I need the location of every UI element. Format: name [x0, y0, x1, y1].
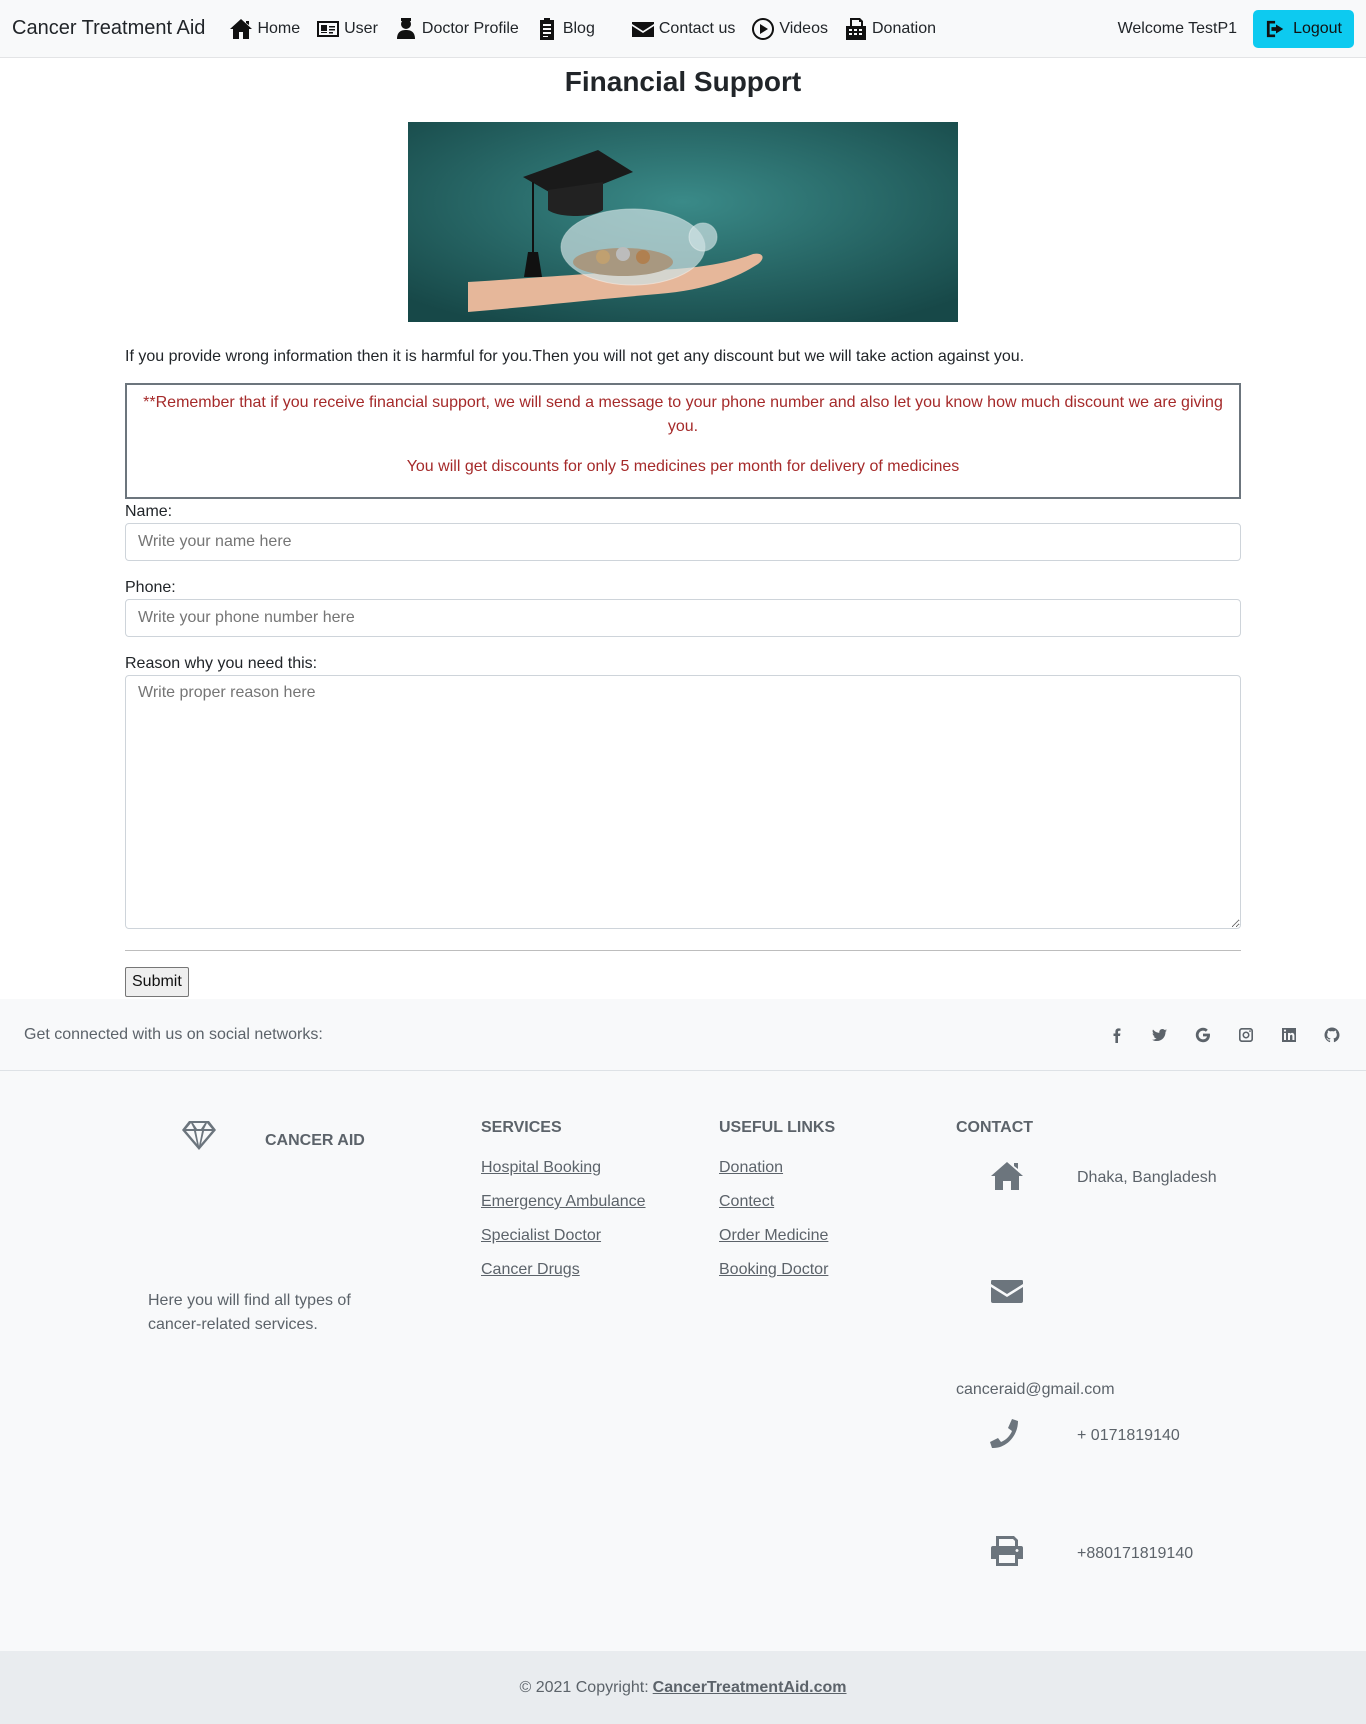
contact-heading: CONTACT [956, 1119, 1034, 1136]
footer-services-column: SERVICES Hospital Booking Emergency Ambu… [481, 1119, 646, 1295]
nav-doctor-profile-label: Doctor Profile [421, 19, 519, 37]
services-heading: SERVICES [481, 1119, 562, 1136]
nav-home[interactable]: Home [229, 18, 300, 40]
phone-input[interactable] [125, 599, 1241, 637]
clipboard-icon [539, 17, 554, 40]
copyright-bar: © 2021 Copyright: CancerTreatmentAid.com [0, 1651, 1366, 1724]
doctor-icon [396, 17, 415, 39]
reason-label: Reason why you need this: [125, 655, 318, 672]
contact-address: Dhaka, Bangladesh [1077, 1169, 1217, 1186]
useful-link-order-medicine[interactable]: Order Medicine [719, 1227, 835, 1245]
footer: Get connected with us on social networks… [0, 999, 1366, 1724]
facebook-icon[interactable] [1107, 1025, 1127, 1045]
nav-donation-label: Donation [871, 19, 937, 37]
linkedin-icon[interactable] [1279, 1025, 1299, 1045]
envelope-icon [631, 21, 654, 37]
notice-line-1: **Remember that if you receive financial… [143, 394, 1223, 435]
fax-icon [845, 17, 866, 40]
social-text: Get connected with us on social networks… [24, 1025, 323, 1043]
nav-user-label: User [344, 19, 378, 37]
nav-user[interactable]: User [316, 18, 378, 40]
copyright-link[interactable]: CancerTreatmentAid.com [653, 1679, 847, 1697]
footer-contact-column: CONTACT Dhaka, Bangladesh canceraid@gmai… [956, 1119, 1256, 1599]
main-content: Financial Support If you provide wrong i… [125, 62, 1241, 997]
notice-box: **Remember that if you receive financial… [125, 383, 1241, 499]
footer-brand-column: CANCER AID Here you will find all types … [148, 1119, 368, 1333]
contact-email-row [990, 1275, 1024, 1307]
phone-label: Phone: [125, 579, 176, 596]
id-card-icon [317, 20, 340, 37]
nav-videos[interactable]: Videos [751, 17, 828, 40]
graduation-cap-piggy-bank-image [408, 122, 958, 322]
social-bar: Get connected with us on social networks… [0, 999, 1366, 1071]
service-link-cancer-drugs[interactable]: Cancer Drugs [481, 1261, 646, 1279]
nav-links: Home User Doctor Profile Blog Contact us… [229, 17, 952, 40]
nav-home-label: Home [257, 19, 301, 37]
phone-icon [990, 1419, 1018, 1449]
footer-brand-name: CANCER AID [265, 1132, 365, 1149]
useful-link-contect[interactable]: Contect [719, 1193, 835, 1211]
github-icon[interactable] [1322, 1025, 1342, 1045]
brand-link[interactable]: Cancer Treatment Aid [12, 17, 205, 40]
nav-blog-label: Blog [562, 19, 595, 37]
nav-donation[interactable]: Donation [844, 17, 937, 40]
home-icon [230, 18, 253, 39]
service-link-hospital-booking[interactable]: Hospital Booking [481, 1159, 646, 1177]
hero-image [408, 122, 958, 322]
useful-links-heading: USEFUL LINKS [719, 1119, 836, 1136]
nav-videos-label: Videos [779, 19, 828, 37]
form-divider [125, 950, 1241, 951]
useful-link-booking-doctor[interactable]: Booking Doctor [719, 1261, 835, 1279]
contact-fax-row: +880171819140 [990, 1535, 1193, 1567]
home-icon [991, 1162, 1023, 1190]
logout-label: Logout [1293, 20, 1342, 37]
print-icon [991, 1536, 1023, 1566]
envelope-icon [991, 1280, 1023, 1303]
warning-text: If you provide wrong information then it… [125, 348, 1025, 365]
twitter-icon[interactable] [1150, 1025, 1170, 1045]
reason-textarea[interactable] [125, 675, 1241, 929]
service-link-emergency-ambulance[interactable]: Emergency Ambulance [481, 1193, 646, 1211]
instagram-icon[interactable] [1236, 1025, 1256, 1045]
page-title: Financial Support [564, 66, 802, 97]
gem-icon [182, 1121, 216, 1150]
notice-line-2: You will get discounts for only 5 medici… [406, 458, 960, 475]
nav-doctor-profile[interactable]: Doctor Profile [394, 17, 519, 40]
play-circle-icon [752, 17, 775, 40]
nav-contact-us-label: Contact us [658, 19, 736, 37]
nav-right: Welcome TestP1 Logout [1118, 0, 1354, 58]
welcome-text: Welcome TestP1 [1117, 20, 1238, 37]
nav-blog[interactable]: Blog [535, 17, 595, 40]
social-icons [1084, 1025, 1342, 1045]
top-navbar: Cancer Treatment Aid Home User Doctor Pr… [0, 0, 1366, 58]
nav-contact-us[interactable]: Contact us [631, 18, 735, 40]
footer-links-column: USEFUL LINKS Donation Contect Order Medi… [719, 1119, 835, 1295]
submit-button[interactable]: Submit [125, 967, 189, 997]
logout-button[interactable]: Logout [1253, 10, 1354, 48]
financial-support-form: Name: Phone: Reason why you need this: S… [125, 503, 1241, 997]
contact-email: canceraid@gmail.com [956, 1381, 1115, 1398]
contact-phone-row: + 0171819140 [990, 1419, 1180, 1451]
name-label: Name: [125, 503, 173, 520]
footer-main: CANCER AID Here you will find all types … [0, 1071, 1366, 1651]
google-icon[interactable] [1193, 1025, 1213, 1045]
contact-phone: + 0171819140 [1077, 1427, 1180, 1444]
copyright-text: © 2021 Copyright: [519, 1678, 649, 1696]
name-input[interactable] [125, 523, 1241, 561]
sign-out-icon [1266, 20, 1284, 38]
contact-address-row: Dhaka, Bangladesh [990, 1159, 1217, 1191]
useful-link-donation[interactable]: Donation [719, 1159, 835, 1177]
contact-fax: +880171819140 [1077, 1545, 1194, 1562]
service-link-specialist-doctor[interactable]: Specialist Doctor [481, 1227, 646, 1245]
footer-brand-description: Here you will find all types of cancer-r… [148, 1292, 351, 1333]
